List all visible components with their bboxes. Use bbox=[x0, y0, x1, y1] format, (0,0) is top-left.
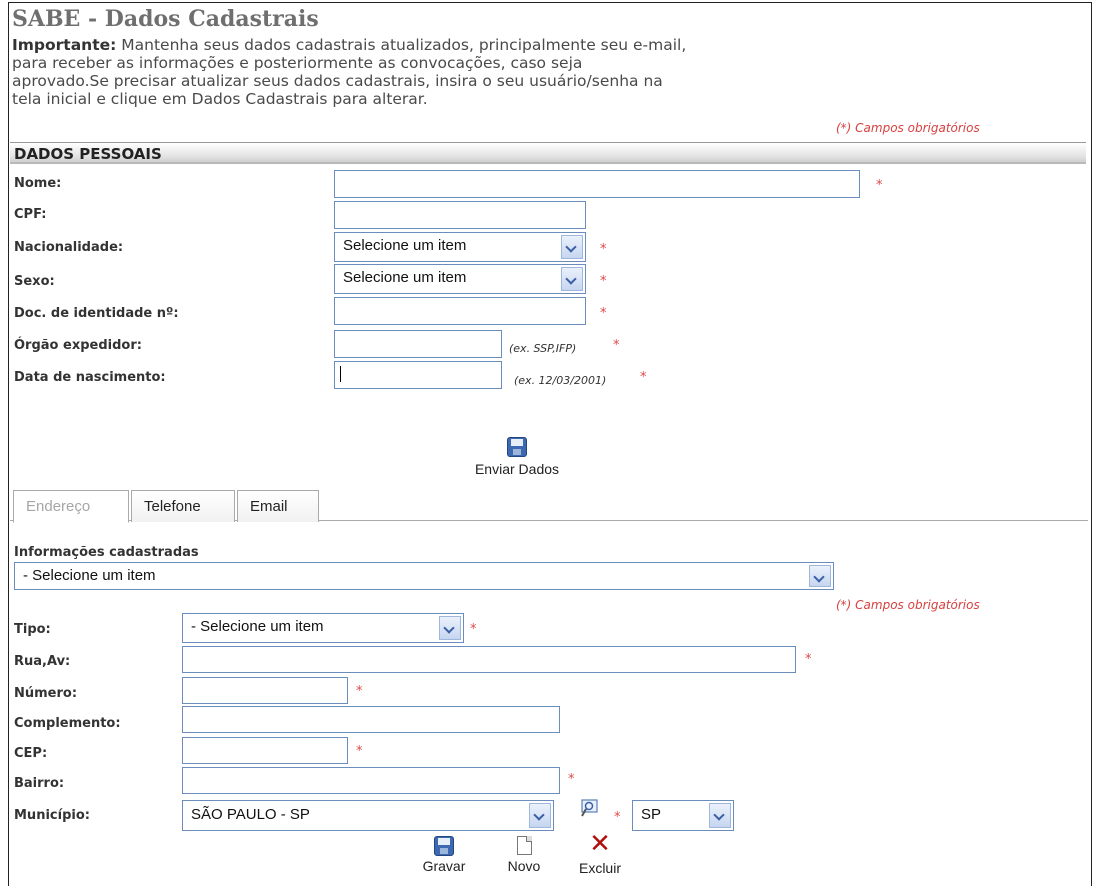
cep-required: * bbox=[356, 744, 363, 759]
tab-email[interactable]: Email bbox=[237, 490, 319, 522]
nacionalidade-required: * bbox=[600, 242, 607, 257]
intro-line-1: Mantenha seus dados cadastrais atualizad… bbox=[116, 36, 687, 54]
nascimento-hint: (ex. 12/03/2001) bbox=[514, 374, 607, 387]
rua-input[interactable] bbox=[182, 646, 796, 673]
municipio-selected: SÃO PAULO - SP bbox=[191, 806, 310, 823]
delete-label: Excluir bbox=[578, 860, 621, 876]
municipio-select[interactable]: SÃO PAULO - SP bbox=[182, 800, 554, 831]
uf-select[interactable]: SP bbox=[632, 800, 734, 831]
chevron-down-icon[interactable] bbox=[709, 803, 731, 828]
numero-input[interactable] bbox=[182, 677, 348, 704]
bairro-input[interactable] bbox=[182, 767, 560, 794]
nacionalidade-label: Nacionalidade: bbox=[14, 240, 124, 255]
tipo-required: * bbox=[470, 622, 477, 637]
orgao-hint: (ex. SSP,IFP) bbox=[509, 342, 577, 355]
orgao-required: * bbox=[613, 338, 620, 353]
cep-input[interactable] bbox=[182, 737, 348, 764]
nacionalidade-select[interactable]: Selecione um item bbox=[334, 232, 586, 262]
orgao-input[interactable] bbox=[334, 330, 502, 358]
tab-email-label: Email bbox=[250, 498, 288, 515]
intro-line-4: tela inicial e clique em Dados Cadastrai… bbox=[12, 90, 428, 108]
bairro-label: Bairro: bbox=[14, 776, 65, 791]
nacionalidade-selected: Selecione um item bbox=[343, 237, 467, 254]
tab-endereco[interactable]: Endereço bbox=[13, 490, 129, 523]
required-note: (*) Campos obrigatórios bbox=[836, 121, 980, 135]
bairro-required: * bbox=[568, 772, 575, 787]
complemento-input[interactable] bbox=[182, 706, 560, 733]
cpf-label: CPF: bbox=[14, 207, 47, 222]
page-title: SABE - Dados Cadastrais bbox=[12, 6, 319, 32]
numero-required: * bbox=[356, 684, 363, 699]
cpf-input[interactable] bbox=[334, 201, 586, 229]
tab-endereco-label: Endereço bbox=[26, 498, 91, 515]
chevron-down-icon[interactable] bbox=[561, 267, 583, 291]
sexo-required: * bbox=[600, 274, 607, 289]
search-municipio-icon[interactable] bbox=[580, 797, 602, 819]
doc-input[interactable] bbox=[334, 297, 586, 325]
tab-telefone-label: Telefone bbox=[144, 498, 201, 515]
complemento-label: Complemento: bbox=[14, 716, 121, 731]
uf-selected: SP bbox=[641, 806, 662, 823]
save-label: Gravar bbox=[422, 858, 466, 874]
send-data-label: Enviar Dados bbox=[474, 461, 560, 477]
delete-x-icon: ✕ bbox=[589, 829, 611, 859]
send-data-button[interactable]: Enviar Dados bbox=[462, 437, 572, 477]
registered-select[interactable]: - Selecione um item bbox=[14, 562, 834, 590]
new-button[interactable]: Novo bbox=[494, 836, 554, 874]
floppy-disk-icon bbox=[507, 437, 527, 457]
nascimento-input[interactable] bbox=[334, 361, 502, 389]
new-document-icon bbox=[516, 836, 532, 855]
numero-label: Número: bbox=[14, 686, 78, 701]
rua-required: * bbox=[805, 652, 812, 667]
orgao-label: Órgão expedidor: bbox=[14, 338, 142, 353]
municipio-required: * bbox=[614, 810, 621, 825]
intro-bold: Importante: bbox=[12, 36, 117, 54]
save-button[interactable]: Gravar bbox=[412, 836, 476, 874]
tipo-selected: - Selecione um item bbox=[191, 618, 324, 635]
intro-text: Importante: Mantenha seus dados cadastra… bbox=[12, 36, 892, 108]
chevron-down-icon[interactable] bbox=[439, 616, 461, 640]
new-label: Novo bbox=[507, 858, 541, 874]
delete-button[interactable]: ✕ Excluir bbox=[568, 829, 632, 876]
chevron-down-icon[interactable] bbox=[809, 565, 831, 587]
chevron-down-icon[interactable] bbox=[561, 235, 583, 259]
chevron-down-icon[interactable] bbox=[529, 803, 551, 828]
sexo-label: Sexo: bbox=[14, 274, 55, 289]
section-title: DADOS PESSOAIS bbox=[14, 145, 162, 163]
nome-required: * bbox=[876, 178, 883, 193]
nome-label: Nome: bbox=[14, 176, 62, 191]
intro-line-2: para receber as informações e posteriorm… bbox=[12, 54, 583, 72]
required-note-address: (*) Campos obrigatórios bbox=[836, 598, 980, 612]
municipio-label: Município: bbox=[14, 808, 90, 823]
cep-label: CEP: bbox=[14, 746, 48, 761]
registered-label: Informações cadastradas bbox=[14, 545, 199, 560]
text-caret bbox=[340, 366, 341, 382]
sexo-select[interactable]: Selecione um item bbox=[334, 264, 586, 294]
tipo-label: Tipo: bbox=[14, 622, 51, 637]
nascimento-label: Data de nascimento: bbox=[14, 370, 166, 385]
nascimento-required: * bbox=[640, 370, 647, 385]
doc-label: Doc. de identidade nº: bbox=[14, 306, 179, 321]
tab-telefone[interactable]: Telefone bbox=[131, 490, 235, 522]
floppy-disk-icon bbox=[434, 836, 454, 856]
sexo-selected: Selecione um item bbox=[343, 269, 467, 286]
nome-input[interactable] bbox=[334, 170, 860, 198]
intro-line-3: aprovado.Se precisar atualizar seus dado… bbox=[12, 72, 663, 90]
rua-label: Rua,Av: bbox=[14, 654, 71, 669]
section-bar-personal: DADOS PESSOAIS bbox=[10, 142, 1086, 164]
tipo-select[interactable]: - Selecione um item bbox=[182, 613, 464, 643]
registered-selected: - Selecione um item bbox=[23, 567, 156, 584]
doc-required: * bbox=[600, 306, 607, 321]
